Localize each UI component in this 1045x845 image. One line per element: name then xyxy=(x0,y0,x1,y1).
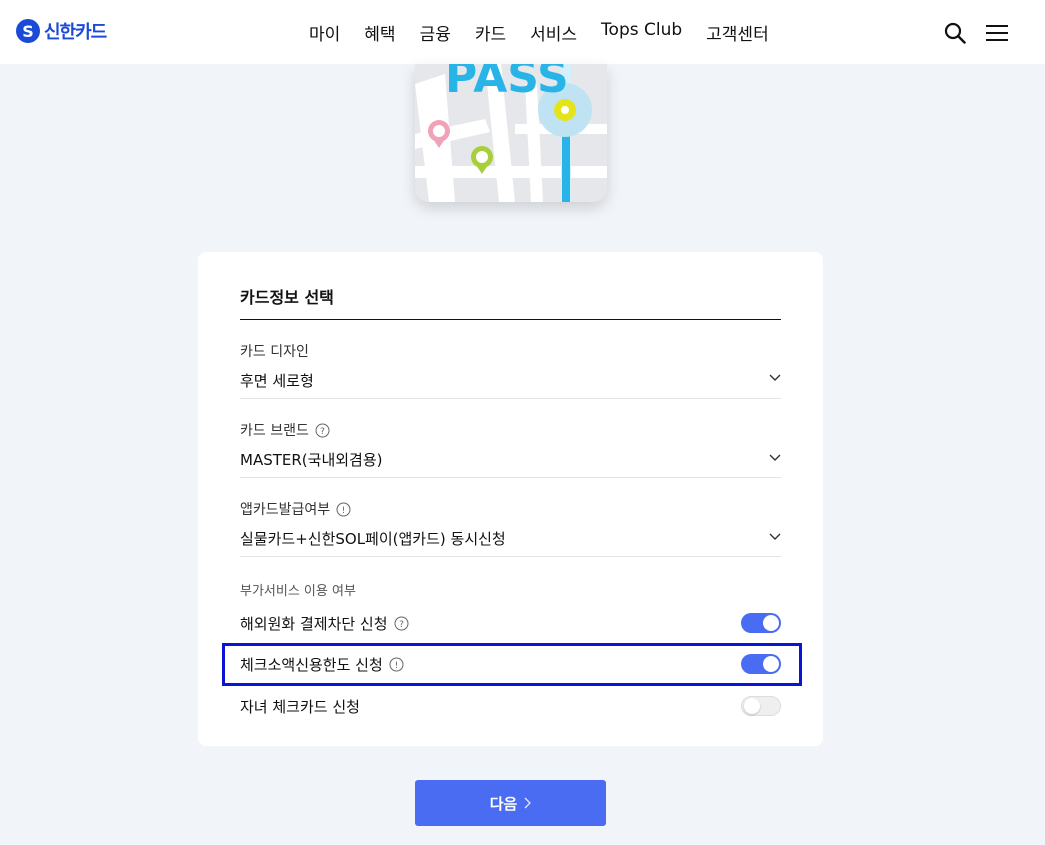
toggle-knob xyxy=(744,698,760,714)
top-header: S 신한카드 마이 혜택 금융 카드 서비스 Tops Club 고객센터 xyxy=(0,0,1045,64)
nav-item-customer-center[interactable]: 고객센터 xyxy=(706,20,769,45)
field-label: 카드 디자인 xyxy=(240,344,309,360)
option-row: 자녀 체크카드 신청 xyxy=(240,695,781,717)
question-help-icon[interactable]: ? xyxy=(394,616,409,631)
option-label-row: 해외원화 결제차단 신청 ? xyxy=(240,613,409,634)
child-check-card-toggle[interactable] xyxy=(741,696,781,716)
svg-text:?: ? xyxy=(320,427,325,437)
chevron-down-icon xyxy=(769,454,781,461)
nav-item-service[interactable]: 서비스 xyxy=(530,20,577,45)
option-row: 해외원화 결제차단 신청 ? xyxy=(240,612,781,634)
logo-mark: S xyxy=(16,19,40,43)
hamburger-menu-icon[interactable] xyxy=(986,24,1008,42)
field-label: 카드 브랜드 xyxy=(240,423,309,439)
nav-item-card[interactable]: 카드 xyxy=(475,20,506,45)
toggle-knob xyxy=(763,615,779,631)
field-value: 실물카드+신한SOL페이(앱카드) 동시신청 xyxy=(240,530,506,548)
question-help-icon[interactable]: ? xyxy=(315,423,330,438)
option-label: 해외원화 결제차단 신청 xyxy=(240,614,388,633)
chevron-right-icon xyxy=(524,797,532,809)
chevron-down-icon xyxy=(769,533,781,540)
svg-text:?: ? xyxy=(399,620,404,630)
svg-text:!: ! xyxy=(342,506,346,516)
next-button[interactable]: 다음 xyxy=(415,780,606,826)
shinhan-card-logo[interactable]: S 신한카드 xyxy=(16,18,107,44)
next-button-label: 다음 xyxy=(489,794,518,813)
card-design-select[interactable]: 카드 디자인 후면 세로형 xyxy=(240,342,781,399)
nav-item-benefits[interactable]: 혜택 xyxy=(364,20,395,45)
app-card-issue-select[interactable]: 앱카드발급여부 ! 실물카드+신한SOL페이(앱카드) 동시신청 xyxy=(240,500,781,557)
divider xyxy=(240,477,781,478)
field-label-row: 카드 브랜드 ? xyxy=(240,421,781,439)
card-pass-text: PASS xyxy=(445,64,569,103)
logo-text: 신한카드 xyxy=(44,22,107,43)
card-brand-select[interactable]: 카드 브랜드 ? MASTER(국내외겸용) xyxy=(240,421,781,478)
card-design-image: PASS xyxy=(415,64,607,202)
title-divider xyxy=(240,319,781,320)
nav-item-finance[interactable]: 금융 xyxy=(420,20,451,45)
option-label: 자녀 체크카드 신청 xyxy=(240,697,360,716)
card-map-illustration: PASS xyxy=(415,64,607,202)
search-icon[interactable] xyxy=(944,22,966,44)
chevron-down-icon xyxy=(769,374,781,381)
field-value: MASTER(국내외겸용) xyxy=(240,451,383,469)
nav-item-tops-club[interactable]: Tops Club xyxy=(601,20,682,45)
additional-services-label: 부가서비스 이용 여부 xyxy=(240,584,356,599)
exclamation-info-icon[interactable]: ! xyxy=(336,502,351,517)
panel-title: 카드정보 선택 xyxy=(240,288,334,307)
field-label-row: 앱카드발급여부 ! xyxy=(240,500,781,518)
field-label: 앱카드발급여부 xyxy=(240,502,331,518)
option-label-row: 자녀 체크카드 신청 xyxy=(240,696,360,717)
divider xyxy=(240,398,781,399)
field-value: 후면 세로형 xyxy=(240,372,314,390)
overseas-krw-block-toggle[interactable] xyxy=(741,613,781,633)
main-nav: 마이 혜택 금융 카드 서비스 Tops Club 고객센터 xyxy=(309,20,793,45)
highlight-box xyxy=(222,643,802,686)
divider xyxy=(240,556,781,557)
nav-item-my[interactable]: 마이 xyxy=(309,20,340,45)
